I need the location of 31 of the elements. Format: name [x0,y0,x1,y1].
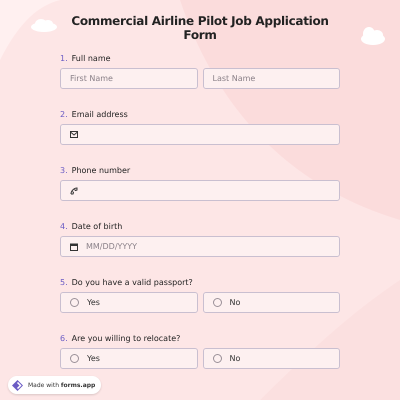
question-number: 3. [60,166,68,174]
text-field[interactable]: Last Name [202,68,340,89]
question-label: Do you have a valid passport? [72,278,193,286]
radio-option[interactable]: Yes [60,292,198,313]
radio-option[interactable]: Yes [60,348,198,369]
text-field[interactable]: First Name [60,68,198,89]
envelope-icon [70,131,78,138]
radio-option[interactable]: No [202,348,340,369]
question-label: Full name [72,54,111,62]
radio-button[interactable] [212,354,222,363]
cloud-icon [360,25,386,47]
question-number: 4. [60,222,68,230]
question-number: 6. [60,334,68,342]
question-number: 1. [60,54,68,62]
phone-icon [70,186,78,194]
form-title: Commercial Airline Pilot Job Application Form [70,14,330,42]
radio-button[interactable] [212,298,222,307]
question-label: Phone number [72,166,130,174]
question-label: Are you willing to relocate? [72,334,180,342]
email-field[interactable] [60,124,340,145]
logo-icon [11,378,24,392]
radio-button[interactable] [70,298,79,307]
radio-option[interactable]: No [202,292,340,313]
question-label: Email address [72,110,128,118]
calendar-icon [70,242,78,250]
radio-button[interactable] [70,354,79,363]
question-number: 5. [60,278,68,286]
question-number: 2. [60,110,68,118]
phone-field[interactable] [60,180,340,201]
question-label: Date of birth [72,222,122,230]
cloud-icon [30,18,58,32]
